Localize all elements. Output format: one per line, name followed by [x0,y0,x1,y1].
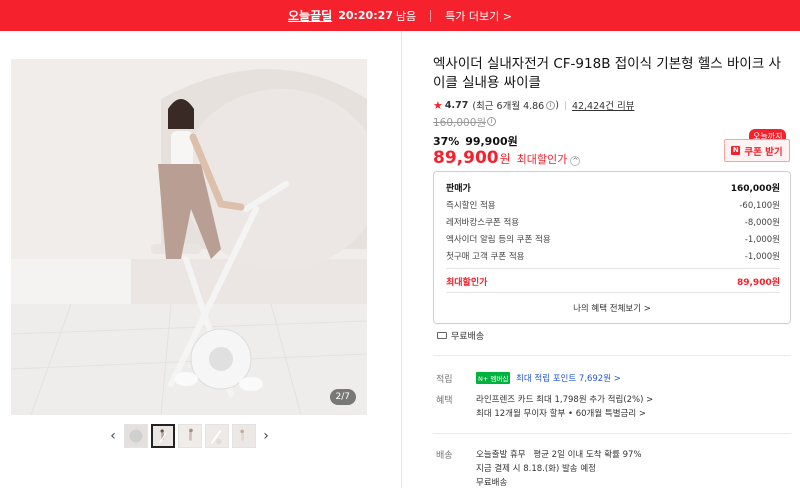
product-title: 엑사이더 실내자전거 CF-918B 접이식 기본형 헬스 바이크 사이클 실내… [433,56,781,91]
thumbnail-4[interactable] [204,424,229,448]
breakdown-value: -60,100원 [739,201,780,211]
thumbnail-strip: ‹ › [104,424,275,448]
delivery-line-3: 무료배송 [476,478,508,488]
product-photo [11,59,367,415]
rating-separator [564,100,566,110]
delivery-probability: 평균 2일 이내 도착 확률 97% [533,450,642,460]
star-icon: ★ [433,98,443,112]
thumbnail-3[interactable] [177,424,202,448]
thumbnail-2[interactable] [150,424,175,448]
section-divider [433,433,791,434]
breakdown-divider [446,292,780,293]
original-price: 160,000원 [433,117,487,129]
delivery-label: 배송 [436,451,453,461]
countdown-timer: 20:20:27 [338,9,393,22]
breakdown-value: -1,000원 [744,252,780,262]
chevron-left-icon[interactable]: ‹ [104,424,122,448]
final-price-label: 최대할인가 [516,153,568,166]
breakdown-divider [446,268,780,269]
final-price-unit: 원 [499,152,511,166]
card-benefit-link[interactable]: 라인프렌즈 카드 최대 1,798원 추가 적립(2%) > [476,393,653,405]
delivery-line-2: 지금 결제 시 8.18.(화) 발송 예정 [476,464,596,474]
points-row: N+ 멤버십 최대 적립 포인트 7,692원 > [476,372,621,384]
product-info: 엑사이더 실내자전거 CF-918B 접이식 기본형 헬스 바이크 사이클 실내… [433,55,793,168]
delivery-line-1: 오늘출발 휴무 평균 2일 이내 도착 확률 97% [476,448,642,460]
breakdown-row: 즉시할인 적용 -60,100원 [446,199,780,211]
breakdown-label: 엑사이더 알림 등의 쿠폰 적용 [446,235,551,245]
banner-divider [430,9,432,22]
final-price: 89,900 [433,148,499,168]
discount-rate: 37% [433,135,460,148]
breakdown-label: 판매가 [446,184,471,194]
price-breakdown: 판매가 160,000원 즉시할인 적용 -60,100원 레저바캉스쿠폰 적용… [433,171,791,324]
naver-icon: N [731,146,741,155]
thumbnail-1[interactable] [123,424,148,448]
breakdown-label: 첫구매 고객 쿠폰 적용 [446,252,525,262]
breakdown-value: 160,000원 [730,184,780,194]
truck-icon [437,332,447,339]
image-counter: 2/7 [329,389,356,405]
breakdown-value: -1,000원 [744,235,780,245]
rating-score: 4.77 [444,99,469,111]
free-shipping: 무료배송 [437,329,484,342]
rating-recent: (최근 6개월 4.86 [472,101,545,112]
section-divider [433,355,791,356]
final-price-row: 89,900 원 최대할인가 ^ [433,148,581,168]
price-info-icon[interactable]: i [487,117,496,126]
coupon-button-label: 쿠폰 받기 [744,146,783,158]
breakdown-value: -8,000원 [744,218,780,228]
banner-brand[interactable]: 오늘끝딜 [288,7,332,24]
chevron-up-icon[interactable]: ^ [570,156,581,166]
info-icon[interactable]: i [546,100,556,110]
breakdown-max-value: 89,900원 [736,278,780,288]
breakdown-row: 판매가 160,000원 [446,181,780,194]
main-product-image[interactable]: 2/7 [11,59,367,415]
breakdown-label: 레저바캉스쿠폰 적용 [446,218,520,228]
points-link[interactable]: 최대 적립 포인트 7,692원 > [516,374,621,384]
breakdown-label: 즉시할인 적용 [446,201,496,211]
breakdown-row: 첫구매 고객 쿠폰 적용 -1,000원 [446,250,780,262]
breakdown-row: 엑사이더 알림 등의 쿠폰 적용 -1,000원 [446,233,780,245]
membership-badge: N+ 멤버십 [476,372,511,384]
column-divider [401,31,402,488]
breakdown-max-row: 최대할인가 89,900원 [446,275,780,288]
discount-row: 37% 99,900원 [433,133,518,149]
rating-recent-close: ) [555,99,559,111]
points-label: 적립 [436,375,453,385]
delivery-status: 오늘출발 휴무 [476,450,526,460]
all-benefits-link[interactable]: 나의 혜택 전체보기 > [434,302,790,314]
promo-banner: 오늘끝딜 20:20:27 남음 특가 더보기 > [0,0,800,31]
benefits-label: 혜택 [436,396,453,406]
rating-row: ★ 4.77 (최근 6개월 4.86 i ) 42,424건 리뷰 [433,98,793,113]
breakdown-row: 레저바캉스쿠폰 적용 -8,000원 [446,216,780,228]
installment-benefit-link[interactable]: 최대 12개월 무이자 할부 • 60개월 특별금리 > [476,407,646,419]
review-count-link[interactable]: 42,424건 리뷰 [572,98,634,112]
thumbnail-5[interactable] [231,424,256,448]
deal-more-link[interactable]: 특가 더보기 > [445,8,512,24]
discounted-price: 99,900원 [465,135,518,148]
chevron-right-icon[interactable]: › [257,424,275,448]
breakdown-max-label: 최대할인가 [446,278,488,288]
countdown-suffix: 남음 [395,9,417,23]
get-coupon-button[interactable]: N 쿠폰 받기 [724,139,790,162]
free-shipping-label: 무료배송 [451,332,485,342]
